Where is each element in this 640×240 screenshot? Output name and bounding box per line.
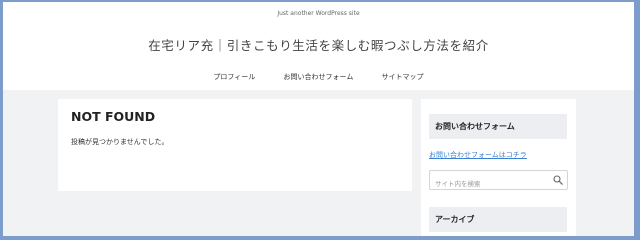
site-header: Just another WordPress site 在宅リア充｜引きこもり生…	[3, 2, 634, 90]
archive-widget-heading: アーカイブ	[429, 207, 567, 232]
search-input[interactable]	[430, 175, 550, 193]
nav-item-sitemap[interactable]: サイトマップ	[382, 72, 424, 82]
site-tagline: Just another WordPress site	[277, 10, 360, 17]
not-found-message: 投稿が見つかりませんでした。	[71, 138, 169, 146]
search-box	[429, 170, 568, 193]
site-title[interactable]: 在宅リア充｜引きこもり生活を楽しむ暇つぶし方法を紹介	[3, 35, 634, 54]
sidebar: お問い合わせフォーム お問い合わせフォームはコチラ アーカイブ	[421, 99, 576, 236]
nav-item-contact-form[interactable]: お問い合わせフォーム	[284, 72, 354, 82]
page-title: NOT FOUND	[71, 109, 156, 124]
main-content: NOT FOUND 投稿が見つかりませんでした。	[58, 99, 412, 191]
nav-item-profile[interactable]: プロフィール	[213, 72, 255, 82]
contact-form-link[interactable]: お問い合わせフォームはコチラ	[429, 150, 527, 160]
contact-widget-heading: お問い合わせフォーム	[429, 114, 567, 139]
global-nav: プロフィール お問い合わせフォーム サイトマップ	[3, 72, 634, 82]
search-icon[interactable]	[553, 175, 563, 185]
browser-viewport: Just another WordPress site 在宅リア充｜引きこもり生…	[3, 2, 634, 236]
